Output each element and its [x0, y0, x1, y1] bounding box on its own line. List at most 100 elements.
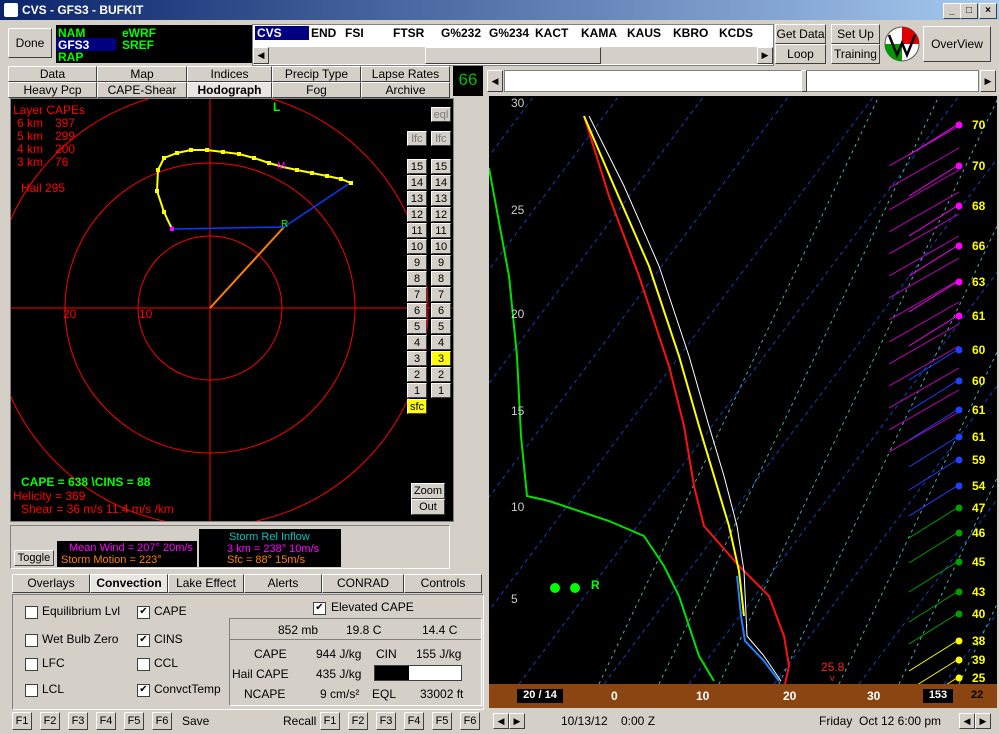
recall-label[interactable]: Recall: [283, 714, 316, 728]
tab-map[interactable]: Map: [97, 66, 187, 82]
loop-button[interactable]: Loop: [775, 44, 826, 64]
level-left-5[interactable]: 5: [407, 319, 427, 334]
station-kaus[interactable]: KAUS: [627, 26, 661, 40]
tab-archive[interactable]: Archive: [361, 82, 450, 98]
level-left-12[interactable]: 12: [407, 207, 427, 222]
f-key-recall-f5[interactable]: F5: [432, 712, 452, 730]
level-right-10[interactable]: 10: [431, 239, 451, 254]
level-right-5[interactable]: 5: [431, 319, 451, 334]
cape-checkbox[interactable]: ✔: [137, 606, 150, 619]
station-kbro[interactable]: KBRO: [673, 26, 708, 40]
training-button[interactable]: Training: [831, 44, 880, 64]
model-rap[interactable]: RAP: [58, 50, 83, 64]
level-right-7[interactable]: 7: [431, 287, 451, 302]
level-right-1[interactable]: 1: [431, 383, 451, 398]
close-button[interactable]: ×: [979, 3, 997, 19]
level-right-6[interactable]: 6: [431, 303, 451, 318]
lower-tab-controls[interactable]: Controls: [404, 574, 482, 593]
time-left-arrow-icon[interactable]: ◀: [487, 70, 503, 92]
tab-data[interactable]: Data: [8, 66, 97, 82]
level-left-13[interactable]: 13: [407, 191, 427, 206]
station-cvs[interactable]: CVS: [255, 26, 309, 40]
scroll-thumb[interactable]: [425, 47, 601, 64]
level-right-2[interactable]: 2: [431, 367, 451, 382]
level-left-11[interactable]: 11: [407, 223, 427, 238]
lower-tab-overlays[interactable]: Overlays: [12, 574, 90, 593]
maximize-button[interactable]: □: [960, 3, 978, 19]
level-right-12[interactable]: 12: [431, 207, 451, 222]
tab-precip-type[interactable]: Precip Type: [272, 66, 361, 82]
level-left-9[interactable]: 9: [407, 255, 427, 270]
f-key-save-f3[interactable]: F3: [68, 712, 88, 730]
level-left-14[interactable]: 14: [407, 175, 427, 190]
f-key-recall-f1[interactable]: F1: [320, 712, 340, 730]
lower-tab-convection[interactable]: Convection: [90, 574, 168, 593]
f-key-recall-f4[interactable]: F4: [404, 712, 424, 730]
level-left-7[interactable]: 7: [407, 287, 427, 302]
level-right-9[interactable]: 9: [431, 255, 451, 270]
level-left-15[interactable]: 15: [407, 159, 427, 174]
status-next-icon[interactable]: ▶: [509, 713, 525, 729]
lower-tab-alerts[interactable]: Alerts: [244, 574, 322, 593]
zoom-button[interactable]: Zoom: [411, 483, 445, 499]
f-key-save-f4[interactable]: F4: [96, 712, 116, 730]
save-label[interactable]: Save: [182, 714, 209, 728]
station-g234[interactable]: G%234: [489, 26, 529, 40]
model-sref[interactable]: SREF: [122, 38, 154, 52]
ccl-checkbox[interactable]: [137, 658, 150, 671]
f-key-save-f6[interactable]: F6: [152, 712, 172, 730]
cins-checkbox[interactable]: ✔: [137, 634, 150, 647]
lfc-checkbox[interactable]: [25, 658, 38, 671]
lfc-right-button[interactable]: lfc: [431, 131, 451, 146]
level-right-14[interactable]: 14: [431, 175, 451, 190]
station-kact[interactable]: KACT: [535, 26, 568, 40]
level-left-10[interactable]: 10: [407, 239, 427, 254]
toggle-button[interactable]: Toggle: [14, 550, 54, 566]
eql-button[interactable]: eql: [431, 107, 451, 122]
level-left-3[interactable]: 3: [407, 351, 427, 366]
f-key-save-f5[interactable]: F5: [124, 712, 144, 730]
station-ftsr[interactable]: FTSR: [393, 26, 424, 40]
status-prev-icon[interactable]: ◀: [493, 713, 509, 729]
station-kama[interactable]: KAMA: [581, 26, 617, 40]
tab-hodograph[interactable]: Hodograph: [187, 82, 272, 98]
elevated-cape-checkbox[interactable]: ✔: [313, 602, 326, 615]
set-up-button[interactable]: Set Up: [831, 24, 880, 44]
get-data-button[interactable]: Get Data: [775, 24, 826, 44]
lcl-checkbox[interactable]: [25, 684, 38, 697]
level-left-4[interactable]: 4: [407, 335, 427, 350]
level-left-2[interactable]: 2: [407, 367, 427, 382]
station-scrollbar[interactable]: ◀ ▶: [253, 47, 773, 64]
station-end[interactable]: END: [311, 26, 336, 40]
tab-heavy-pcp[interactable]: Heavy Pcp: [8, 82, 97, 98]
status-right-next-icon[interactable]: ▶: [975, 713, 991, 729]
level-right-11[interactable]: 11: [431, 223, 451, 238]
level-right-3[interactable]: 3: [431, 351, 451, 366]
done-button[interactable]: Done: [8, 28, 52, 58]
scroll-right-arrow-icon[interactable]: ▶: [757, 47, 773, 64]
scroll-left-arrow-icon[interactable]: ◀: [253, 47, 269, 64]
f-key-save-f2[interactable]: F2: [40, 712, 60, 730]
f-key-recall-f3[interactable]: F3: [376, 712, 396, 730]
status-right-prev-icon[interactable]: ◀: [959, 713, 975, 729]
level-right-4[interactable]: 4: [431, 335, 451, 350]
station-fsi[interactable]: FSI: [345, 26, 364, 40]
level-right-15[interactable]: 15: [431, 159, 451, 174]
level-right-8[interactable]: 8: [431, 271, 451, 286]
level-right-13[interactable]: 13: [431, 191, 451, 206]
station-kcds[interactable]: KCDS: [719, 26, 753, 40]
lfc-left-button[interactable]: lfc: [407, 131, 427, 146]
tab-cape-shear[interactable]: CAPE-Shear: [97, 82, 187, 98]
level-left-6[interactable]: 6: [407, 303, 427, 318]
level-left-1[interactable]: 1: [407, 383, 427, 398]
minimize-button[interactable]: _: [943, 3, 961, 19]
f-key-recall-f2[interactable]: F2: [348, 712, 368, 730]
lower-tab-conrad[interactable]: CONRAD: [322, 574, 404, 593]
convcttemp-checkbox[interactable]: ✔: [137, 684, 150, 697]
station-g232[interactable]: G%232: [441, 26, 481, 40]
equilibrium-lvl-checkbox[interactable]: [25, 606, 38, 619]
f-key-recall-f6[interactable]: F6: [460, 712, 480, 730]
tab-fog[interactable]: Fog: [272, 82, 361, 98]
time-right-arrow-icon[interactable]: ▶: [980, 70, 996, 92]
sfc-level-button[interactable]: sfc: [407, 399, 427, 414]
